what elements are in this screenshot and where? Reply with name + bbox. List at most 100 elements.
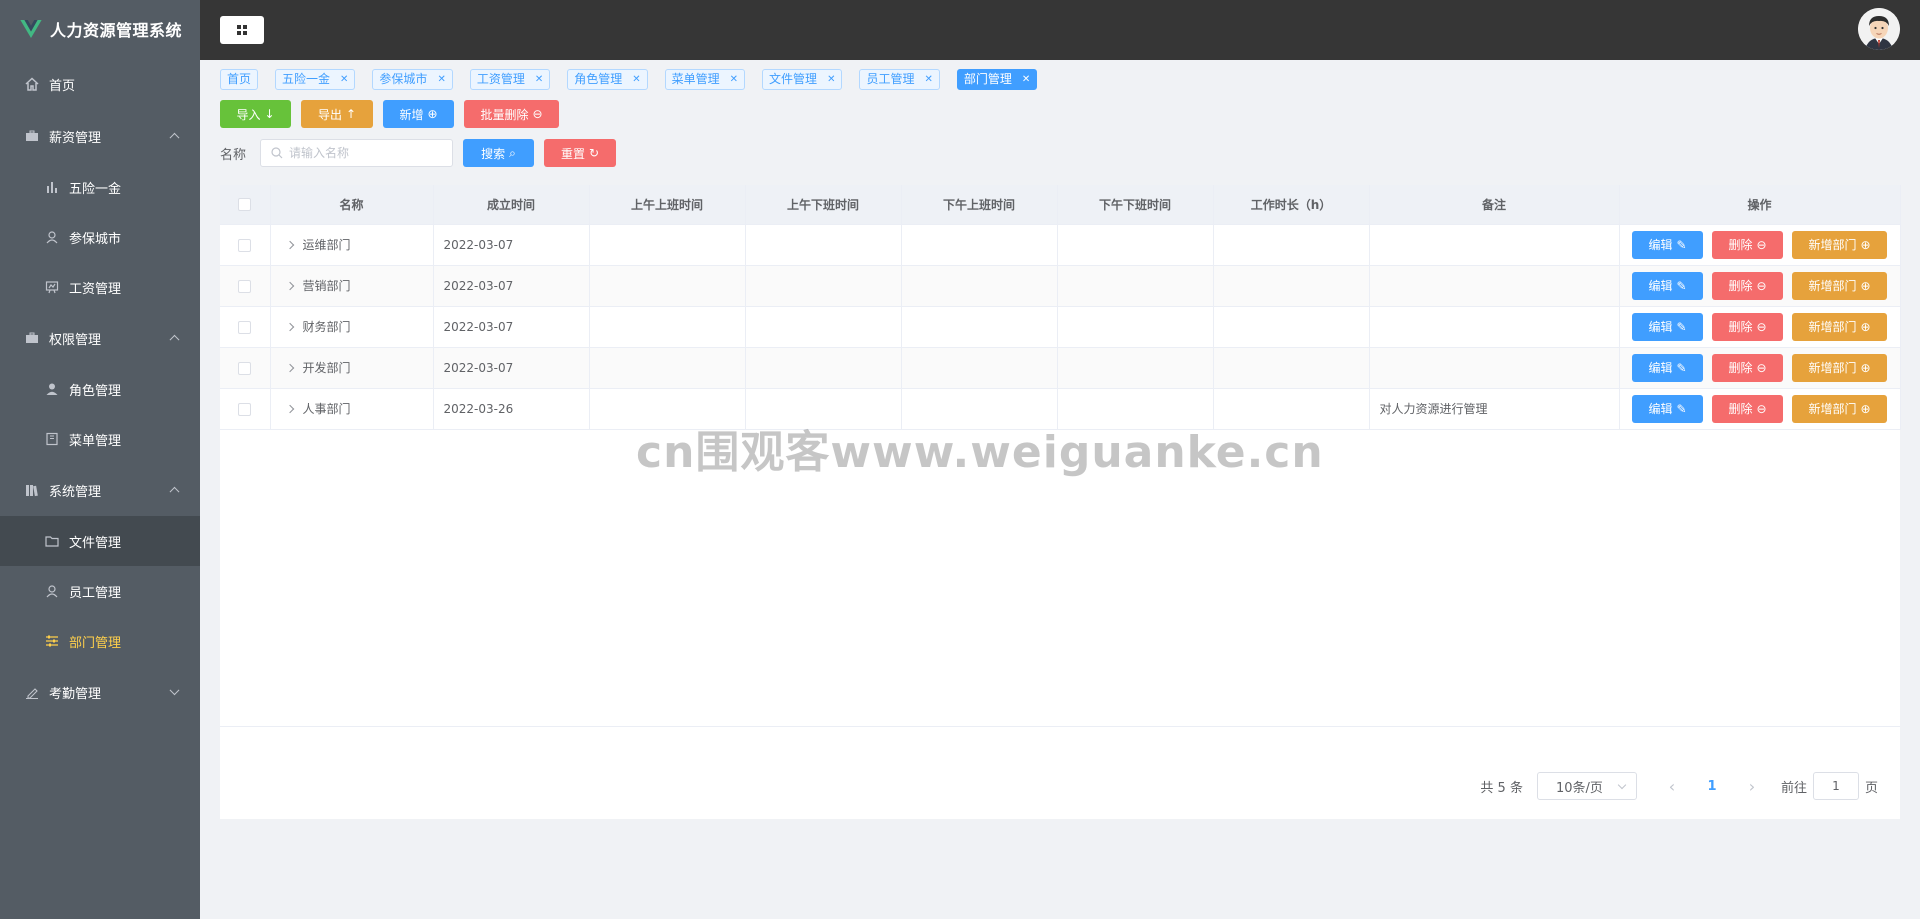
add-department-button[interactable]: 新增部门 ⊕ <box>1792 394 1887 423</box>
pm-out-cell <box>1057 347 1214 389</box>
sidebar-item-employee[interactable]: 员工管理 <box>0 566 200 616</box>
next-page-icon[interactable]: › <box>1737 777 1767 796</box>
search-input-wrapper[interactable] <box>260 139 453 167</box>
remark-cell <box>1369 347 1620 389</box>
add-department-button[interactable]: 新增部门 ⊕ <box>1792 271 1887 300</box>
table-footer-divider <box>220 726 1900 727</box>
edit-button[interactable]: 编辑 ✎ <box>1632 394 1703 423</box>
column-header: 成立时间 <box>433 185 590 225</box>
user-avatar[interactable] <box>1858 8 1900 50</box>
row-checkbox[interactable] <box>238 402 252 416</box>
sidebar-item-label: 部门管理 <box>69 635 122 651</box>
sidebar-item-label: 五险一金 <box>69 181 122 197</box>
sidebar-item-system[interactable]: 系统管理 <box>0 464 200 516</box>
search-icon: ⌕ <box>509 145 516 160</box>
current-page-number[interactable]: 1 <box>1687 779 1737 794</box>
sidebar-item-insured-city[interactable]: 参保城市 <box>0 212 200 262</box>
delete-button[interactable]: 删除 ⊖ <box>1712 271 1783 300</box>
import-button[interactable]: 导入 ↓ <box>220 100 291 128</box>
tag-label: 角色管理 <box>574 72 623 86</box>
close-icon[interactable]: ✕ <box>1022 70 1030 89</box>
am-in-cell <box>589 347 746 389</box>
close-icon[interactable]: ✕ <box>340 70 348 89</box>
edit-label: 编辑 <box>1648 238 1673 252</box>
row-checkbox[interactable] <box>238 320 252 334</box>
add-department-button[interactable]: 新增部门 ⊕ <box>1792 230 1887 259</box>
tag-home[interactable]: 首页 <box>220 69 259 90</box>
goto-page-input[interactable] <box>1812 772 1859 800</box>
close-icon[interactable]: ✕ <box>730 70 738 89</box>
actions-cell: 编辑 ✎ 删除 ⊖ 新增部门 ⊕ <box>1619 347 1901 389</box>
tag-menu[interactable]: 菜单管理 ✕ <box>664 69 746 90</box>
sidebar-item-permission[interactable]: 权限管理 <box>0 312 200 364</box>
tag-insured-city[interactable]: 参保城市 ✕ <box>372 69 453 90</box>
delete-label: 删除 <box>1728 279 1753 293</box>
sidebar-item-home[interactable]: 首页 <box>0 58 200 110</box>
delete-button[interactable]: 删除 ⊖ <box>1712 353 1783 382</box>
prev-page-icon[interactable]: ‹ <box>1657 777 1687 796</box>
delete-button[interactable]: 删除 ⊖ <box>1712 312 1783 341</box>
tag-employee[interactable]: 员工管理 ✕ <box>859 69 940 90</box>
sidebar-item-menu[interactable]: 菜单管理 <box>0 414 200 464</box>
edit-button[interactable]: 编辑 ✎ <box>1632 312 1703 341</box>
expand-chevron-icon[interactable] <box>285 281 294 290</box>
delete-label: 删除 <box>1728 238 1753 252</box>
close-icon[interactable]: ✕ <box>827 70 835 89</box>
sidebar-item-attendance[interactable]: 考勤管理 <box>0 666 200 718</box>
delete-label: 删除 <box>1728 320 1753 334</box>
tag-role[interactable]: 角色管理 ✕ <box>567 69 648 90</box>
select-all-checkbox[interactable] <box>238 198 252 212</box>
sidebar-item-wage[interactable]: 工资管理 <box>0 262 200 312</box>
close-icon[interactable]: ✕ <box>535 70 543 89</box>
expand-chevron-icon[interactable] <box>285 363 294 372</box>
row-checkbox[interactable] <box>238 279 252 293</box>
sidebar-item-file[interactable]: 文件管理 <box>0 516 200 566</box>
add-department-button[interactable]: 新增部门 ⊕ <box>1792 353 1887 382</box>
tag-wage[interactable]: 工资管理 ✕ <box>469 69 551 90</box>
batch-delete-button[interactable]: 批量删除 ⊖ <box>464 100 559 128</box>
export-button[interactable]: 导出 ↑ <box>301 100 373 128</box>
date-cell: 2022-03-07 <box>433 224 590 266</box>
tag-file[interactable]: 文件管理 ✕ <box>762 69 843 90</box>
add-button[interactable]: 新增 ⊕ <box>383 100 454 128</box>
edit-button[interactable]: 编辑 ✎ <box>1632 353 1703 382</box>
close-icon[interactable]: ✕ <box>632 70 640 89</box>
add-department-button[interactable]: 新增部门 ⊕ <box>1792 312 1887 341</box>
edit-button[interactable]: 编辑 ✎ <box>1632 271 1703 300</box>
sidebar-item-salary[interactable]: 薪资管理 <box>0 110 200 162</box>
expand-chevron-icon[interactable] <box>285 404 294 413</box>
close-icon[interactable]: ✕ <box>437 70 445 89</box>
search-button[interactable]: 搜索 ⌕ <box>463 139 534 167</box>
page-size-select[interactable]: 10条/页 <box>1536 772 1637 800</box>
import-label: 导入 <box>236 107 261 122</box>
expand-chevron-icon[interactable] <box>285 322 294 331</box>
briefcase-icon <box>24 128 40 144</box>
arrow-up-icon: ↑ <box>345 107 357 121</box>
row-checkbox[interactable] <box>238 238 252 252</box>
tag-insurance[interactable]: 五险一金 ✕ <box>275 69 356 90</box>
column-header: 名称 <box>270 185 434 225</box>
delete-button[interactable]: 删除 ⊖ <box>1712 394 1783 423</box>
chevron-down-icon <box>169 685 180 696</box>
actions-cell: 编辑 ✎ 删除 ⊖ 新增部门 ⊕ <box>1619 224 1901 266</box>
sidebar-item-department[interactable]: 部门管理 <box>0 616 200 666</box>
close-icon[interactable]: ✕ <box>924 70 932 89</box>
reset-button[interactable]: 重置 ↻ <box>544 139 616 167</box>
tag-department[interactable]: 部门管理 ✕ <box>956 69 1038 90</box>
goto-page: 前往 页 <box>1781 772 1878 800</box>
presentation-icon <box>44 279 60 295</box>
goto-prefix: 前往 <box>1780 780 1807 796</box>
sidebar-item-insurance[interactable]: 五险一金 <box>0 162 200 212</box>
edit-button[interactable]: 编辑 ✎ <box>1632 230 1703 259</box>
edit-label: 编辑 <box>1648 361 1673 375</box>
delete-button[interactable]: 删除 ⊖ <box>1712 230 1783 259</box>
row-checkbox[interactable] <box>238 361 252 375</box>
library-icon <box>24 482 40 498</box>
sidebar-item-role[interactable]: 角色管理 <box>0 364 200 414</box>
search-input[interactable] <box>289 146 439 160</box>
menu-toggle-button[interactable] <box>220 16 264 44</box>
delete-label: 删除 <box>1728 402 1753 416</box>
expand-chevron-icon[interactable] <box>285 240 294 249</box>
home-icon <box>24 76 40 92</box>
sidebar: 人力资源管理系统 首页 薪资管理 五险一金 参保城市 工资管理 权限管理 角色管… <box>0 0 200 919</box>
